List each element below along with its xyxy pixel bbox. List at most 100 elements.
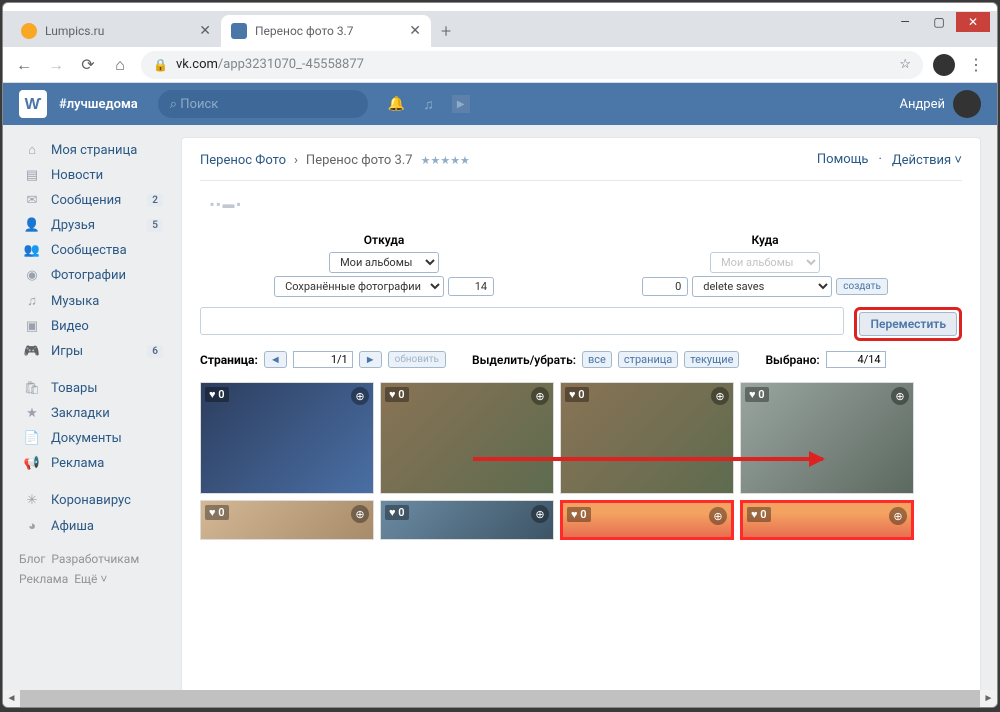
sidebar-item[interactable]: 📢 Реклама — [19, 451, 167, 476]
sidebar-item[interactable]: 👤Друзья5 — [19, 213, 167, 238]
zoom-icon[interactable]: ⊕ — [889, 507, 907, 525]
sidebar-item[interactable]: ▤Новости — [19, 163, 167, 188]
sidebar-icon: 📢 — [23, 456, 41, 471]
search-placeholder: Поиск — [180, 97, 218, 112]
zoom-icon[interactable]: ⊕ — [531, 387, 549, 405]
user-menu[interactable]: Андрей — [899, 90, 981, 118]
select-page[interactable]: страница — [618, 351, 678, 368]
sidebar-item[interactable]: ♫Музыка — [19, 288, 167, 314]
sidebar-item-label: Сообщества — [51, 243, 127, 258]
sidebar-item[interactable]: 📄Документы — [19, 426, 167, 451]
sidebar-item[interactable]: ◕Афиша — [19, 513, 167, 539]
page-value[interactable]: 1/1 — [293, 351, 353, 368]
search-icon: ⌕ — [170, 97, 177, 112]
home-button[interactable]: ⌂ — [109, 55, 131, 75]
next-page[interactable]: ► — [359, 351, 382, 368]
like-badge[interactable]: ♥ 0 — [565, 387, 589, 402]
vk-logo[interactable]: Ⱳ — [19, 90, 47, 118]
menu-button[interactable]: ⋮ — [965, 55, 987, 74]
sidebar-item[interactable]: ◉Фотографии — [19, 263, 167, 288]
zoom-icon[interactable]: ⊕ — [531, 505, 549, 523]
like-badge[interactable]: ♥ 0 — [385, 505, 409, 520]
like-badge[interactable]: ♥ 0 — [745, 387, 769, 402]
scroll-thumb[interactable] — [20, 690, 980, 707]
actions-menu[interactable]: Действия ˅ — [892, 152, 962, 168]
sidebar-item[interactable]: 👥Сообщества — [19, 238, 167, 263]
window-minimize[interactable]: — — [888, 12, 922, 32]
tab-lumpics[interactable]: Lumpics.ru ✕ — [11, 15, 221, 47]
refresh-button[interactable]: обновить — [388, 351, 446, 368]
scroll-right-icon[interactable]: ► — [980, 690, 997, 707]
play-icon[interactable]: ▶ — [452, 95, 470, 113]
sidebar-badge: 5 — [147, 219, 163, 232]
scroll-left-icon[interactable]: ◄ — [3, 690, 20, 707]
move-highlight: Переместить — [854, 307, 962, 341]
prev-page[interactable]: ◄ — [264, 351, 287, 368]
sidebar-item[interactable]: ★Закладки — [19, 401, 167, 426]
sidebar-item[interactable]: ✳Коронавирус — [19, 488, 167, 513]
create-button[interactable]: создать — [836, 278, 888, 295]
like-badge[interactable]: ♥ 0 — [747, 507, 771, 522]
thumbnail[interactable]: ♥ 0 ⊕ — [200, 500, 374, 540]
zoom-icon[interactable]: ⊕ — [709, 507, 727, 525]
thumbnail[interactable]: ♥ 0 ⊕ — [560, 382, 734, 494]
select-all[interactable]: все — [582, 351, 612, 368]
search-input[interactable]: ⌕ Поиск — [158, 90, 368, 118]
close-icon[interactable]: ✕ — [409, 23, 421, 39]
zoom-icon[interactable]: ⊕ — [711, 387, 729, 405]
sidebar: ⌂Моя страница▤Новости✉Сообщения2👤Друзья5… — [19, 137, 167, 695]
sidebar-item-label: Новости — [51, 168, 103, 183]
sidebar-item-label: Реклама — [51, 456, 104, 471]
bell-icon[interactable]: 🔔 — [388, 96, 405, 112]
thumbnail[interactable]: ♥ 0 ⊕ — [380, 382, 554, 494]
thumbnail[interactable]: ♥ 0 ⊕ — [200, 382, 374, 494]
crumb-current: Перенос фото 3.7 — [306, 153, 413, 168]
to-target-select[interactable]: delete saves — [692, 276, 832, 297]
thumbnail[interactable]: ♥ 0 ⊕ — [560, 500, 734, 540]
back-button[interactable]: ← — [13, 55, 35, 75]
reload-button[interactable]: ⟳ — [77, 55, 99, 74]
thumbnail[interactable]: ♥ 0 ⊕ — [740, 500, 914, 540]
sidebar-item[interactable]: ✉Сообщения2 — [19, 188, 167, 213]
vk-hashtag[interactable]: #лучшедома — [59, 97, 138, 112]
thumbnail[interactable]: ♥ 0 ⊕ — [380, 500, 554, 540]
music-icon[interactable]: ♫ — [423, 96, 434, 113]
favicon-icon — [231, 23, 247, 39]
new-tab-button[interactable]: + — [431, 15, 461, 47]
url-input[interactable]: 🔒 vk.com/app3231070_-45558877 ☆ — [141, 51, 923, 79]
tab-transfer[interactable]: Перенос фото 3.7 ✕ — [221, 15, 431, 47]
like-badge[interactable]: ♥ 0 — [205, 387, 229, 402]
rating-stars: ★★★★★ — [421, 154, 470, 167]
zoom-icon[interactable]: ⊕ — [891, 387, 909, 405]
horizontal-scrollbar[interactable]: ◄ ► — [3, 690, 997, 707]
like-badge[interactable]: ♥ 0 — [567, 507, 591, 522]
tab-strip: Lumpics.ru ✕ Перенос фото 3.7 ✕ + — [3, 11, 997, 47]
like-badge[interactable]: ♥ 0 — [205, 505, 229, 520]
select-current[interactable]: текущие — [684, 351, 739, 368]
profile-avatar[interactable] — [933, 54, 955, 76]
crumb-root[interactable]: Перенос Фото — [200, 153, 286, 168]
help-link[interactable]: Помощь — [817, 152, 869, 168]
move-button[interactable]: Переместить — [859, 312, 957, 336]
thumbnail[interactable]: ♥ 0 ⊕ — [740, 382, 914, 494]
sidebar-badge: 2 — [147, 194, 163, 207]
sidebar-item[interactable]: ⌂Моя страница — [19, 137, 167, 163]
sidebar-item[interactable]: 🛍Товары — [19, 376, 167, 401]
sidebar-icon: ♫ — [23, 293, 41, 309]
sidebar-item[interactable]: 🎮Игры6 — [19, 339, 167, 364]
forward-button[interactable]: → — [45, 55, 67, 75]
zoom-icon[interactable]: ⊕ — [351, 387, 369, 405]
to-count[interactable] — [642, 277, 688, 296]
url-host: vk.com — [176, 57, 218, 72]
breadcrumb: Перенос Фото › Перенос фото 3.7 ★★★★★ По… — [200, 152, 962, 181]
zoom-icon[interactable]: ⊕ — [351, 505, 369, 523]
window-close[interactable]: ✕ — [956, 12, 990, 32]
close-icon[interactable]: ✕ — [199, 23, 211, 39]
from-album-select[interactable]: Мои альбомы — [329, 252, 439, 273]
sidebar-item[interactable]: ▣Видео — [19, 314, 167, 339]
window-maximize[interactable]: ▢ — [922, 12, 956, 32]
bookmark-icon[interactable]: ☆ — [899, 57, 911, 72]
from-count[interactable] — [448, 277, 494, 296]
like-badge[interactable]: ♥ 0 — [385, 387, 409, 402]
from-source-select[interactable]: Сохранённые фотографии — [274, 276, 444, 297]
